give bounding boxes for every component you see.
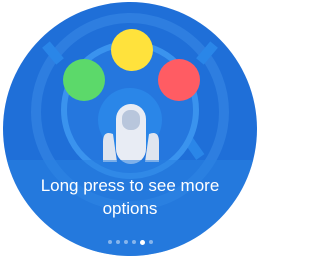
- page-dot-active: [139, 239, 145, 245]
- yellow-option-circle: [111, 29, 153, 71]
- page-dot: [123, 240, 128, 244]
- green-option-circle: [63, 59, 105, 101]
- watch-face: Long press to see more options: [3, 2, 257, 256]
- tutorial-caption: Long press to see more options: [3, 174, 257, 220]
- caption-line-1: Long press to see more: [40, 176, 220, 195]
- page-dot: [107, 240, 112, 244]
- page-dot: [115, 240, 120, 244]
- page-dot: [131, 240, 136, 244]
- page-indicator: [3, 238, 257, 246]
- caption-line-2: options: [102, 199, 158, 218]
- page-dot: [148, 240, 153, 244]
- red-option-circle: [158, 59, 200, 101]
